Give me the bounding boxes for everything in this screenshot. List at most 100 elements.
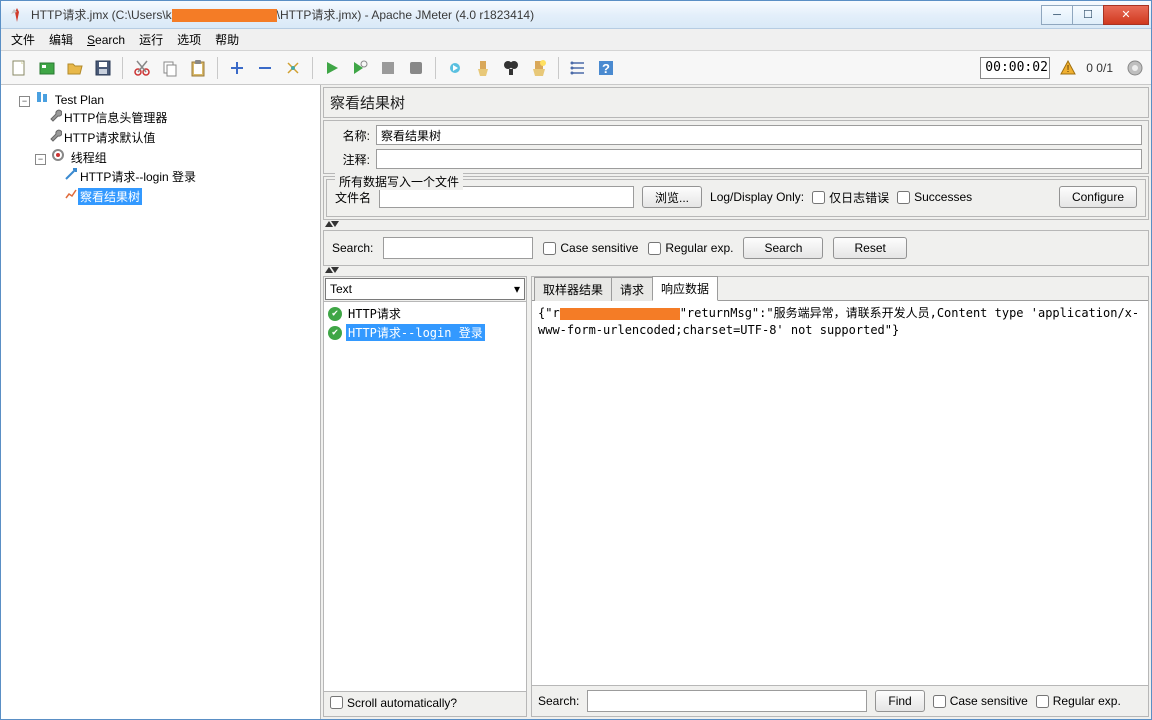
toolbar: ? 00:00:02 ! 0 0/1	[1, 51, 1151, 85]
scroll-auto-checkbox[interactable]: Scroll automatically?	[330, 696, 457, 710]
expand-icon[interactable]	[225, 56, 249, 80]
search-label: Search:	[332, 241, 373, 255]
running-indicator-icon	[1125, 58, 1145, 78]
clear-all-icon[interactable]	[499, 56, 523, 80]
shutdown-icon[interactable]	[404, 56, 428, 80]
tree-testplan[interactable]: Test Plan	[53, 93, 106, 107]
redacted-path	[172, 9, 277, 22]
maximize-button[interactable]: ☐	[1072, 5, 1104, 25]
start-icon[interactable]	[320, 56, 344, 80]
search-label: Search:	[538, 694, 579, 708]
testplan-icon	[35, 90, 49, 104]
help-icon[interactable]: ?	[594, 56, 618, 80]
result-item[interactable]: ✔HTTP请求	[326, 304, 524, 323]
warning-icon[interactable]: !	[1060, 60, 1076, 76]
response-search-bar: Search: Find Case sensitive Regular exp.	[532, 685, 1148, 716]
regex-checkbox[interactable]: Regular exp.	[1036, 694, 1121, 708]
stop-icon[interactable]	[376, 56, 400, 80]
tree-defaults[interactable]: HTTP请求默认值	[62, 129, 157, 146]
results-list-panel: Text ▾ ✔HTTP请求 ✔HTTP请求--login 登录 Scroll …	[323, 276, 527, 717]
tree-toggle[interactable]: −	[35, 154, 46, 165]
errors-only-checkbox[interactable]: 仅日志错误	[812, 189, 889, 206]
response-search-input[interactable]	[587, 690, 867, 712]
response-body[interactable]: {"r"returnMsg":"服务端异常，请联系开发人员,Content ty…	[532, 301, 1148, 685]
regex-checkbox[interactable]: Regular exp.	[648, 241, 733, 255]
main-split: − Test Plan HTTP信息头管理器 HTTP请求默认值 − 线程组 H…	[1, 85, 1151, 719]
elapsed-timer: 00:00:02	[980, 57, 1050, 79]
open-icon[interactable]	[63, 56, 87, 80]
results-list[interactable]: ✔HTTP请求 ✔HTTP请求--login 登录	[324, 301, 526, 691]
success-icon: ✔	[328, 326, 342, 340]
menu-options[interactable]: 选项	[171, 29, 207, 50]
minimize-button[interactable]: ─	[1041, 5, 1073, 25]
tree-header-manager[interactable]: HTTP信息头管理器	[62, 109, 169, 126]
svg-text:!: !	[1067, 64, 1070, 75]
start-no-timers-icon[interactable]	[348, 56, 372, 80]
close-button[interactable]: ✕	[1103, 5, 1149, 25]
tab-sampler[interactable]: 取样器结果	[534, 277, 612, 301]
titlebar: HTTP请求.jmx (C:\Users\k\HTTP请求.jmx) - Apa…	[1, 1, 1151, 29]
renderer-combo[interactable]: Text ▾	[325, 278, 525, 300]
remote-start-icon[interactable]	[443, 56, 467, 80]
panel-title: 察看结果树	[323, 87, 1149, 118]
right-pane: 察看结果树 名称: 注释: 所有数据写入一个文件 文件名 浏览..	[321, 85, 1151, 719]
redacted-text	[560, 308, 680, 320]
toggle-icon[interactable]	[281, 56, 305, 80]
menu-file[interactable]: 文件	[5, 29, 41, 50]
copy-icon[interactable]	[158, 56, 182, 80]
splitter-handle[interactable]	[323, 220, 1149, 228]
search-panel: Search: Case sensitive Regular exp. Sear…	[323, 230, 1149, 266]
app-icon	[9, 7, 25, 23]
case-checkbox[interactable]: Case sensitive	[933, 694, 1028, 708]
name-label: 名称:	[330, 127, 370, 144]
tab-request[interactable]: 请求	[611, 277, 653, 301]
reset-button[interactable]: Reset	[833, 237, 906, 259]
search-tb-icon[interactable]	[527, 56, 551, 80]
clear-icon[interactable]	[471, 56, 495, 80]
case-checkbox[interactable]: Case sensitive	[543, 241, 638, 255]
templates-icon[interactable]	[35, 56, 59, 80]
comment-input[interactable]	[376, 149, 1142, 169]
threadgroup-icon	[51, 148, 65, 162]
browse-button[interactable]: 浏览...	[642, 186, 702, 208]
tree-view-results[interactable]: 察看结果树	[78, 188, 142, 205]
configure-button[interactable]: Configure	[1059, 186, 1137, 208]
cut-icon[interactable]	[130, 56, 154, 80]
menubar: 文件 编辑 Search 运行 选项 帮助	[1, 29, 1151, 51]
result-tabs: 取样器结果 请求 响应数据	[532, 277, 1148, 301]
results-split: Text ▾ ✔HTTP请求 ✔HTTP请求--login 登录 Scroll …	[323, 276, 1149, 717]
result-detail-panel: 取样器结果 请求 响应数据 {"r"returnMsg":"服务端异常，请联系开…	[531, 276, 1149, 717]
menu-run[interactable]: 运行	[133, 29, 169, 50]
successes-checkbox[interactable]: Successes	[897, 190, 972, 204]
search-input[interactable]	[383, 237, 533, 259]
menu-edit[interactable]: 编辑	[43, 29, 79, 50]
svg-text:?: ?	[602, 61, 610, 76]
search-button[interactable]: Search	[743, 237, 823, 259]
menu-search[interactable]: Search	[81, 31, 131, 49]
tree-pane[interactable]: − Test Plan HTTP信息头管理器 HTTP请求默认值 − 线程组 H…	[1, 85, 321, 719]
find-button[interactable]: Find	[875, 690, 924, 712]
comment-label: 注释:	[330, 151, 370, 168]
tree-threadgroup[interactable]: 线程组	[69, 149, 109, 166]
filename-label: 文件名	[335, 189, 371, 206]
wrench-icon	[48, 108, 62, 122]
result-item[interactable]: ✔HTTP请求--login 登录	[326, 323, 524, 342]
sampler-icon	[64, 167, 78, 181]
name-input[interactable]	[376, 125, 1142, 145]
new-icon[interactable]	[7, 56, 31, 80]
fileset-legend: 所有数据写入一个文件	[335, 173, 463, 190]
tab-response[interactable]: 响应数据	[652, 276, 718, 301]
collapse-icon[interactable]	[253, 56, 277, 80]
app-window: HTTP请求.jmx (C:\Users\k\HTTP请求.jmx) - Apa…	[0, 0, 1152, 720]
menu-help[interactable]: 帮助	[209, 29, 245, 50]
splitter-handle[interactable]	[323, 266, 1149, 274]
window-title: HTTP请求.jmx (C:\Users\k\HTTP请求.jmx) - Apa…	[31, 6, 1041, 23]
save-icon[interactable]	[91, 56, 115, 80]
tree-toggle[interactable]: −	[19, 96, 30, 107]
tree-http-login[interactable]: HTTP请求--login 登录	[78, 168, 198, 185]
file-output-fieldset: 所有数据写入一个文件 文件名 浏览... Log/Display Only: 仅…	[326, 179, 1146, 217]
thread-counter: 0 0/1	[1086, 61, 1113, 75]
function-helper-icon[interactable]	[566, 56, 590, 80]
paste-icon[interactable]	[186, 56, 210, 80]
logdisplay-label: Log/Display Only:	[710, 190, 804, 204]
